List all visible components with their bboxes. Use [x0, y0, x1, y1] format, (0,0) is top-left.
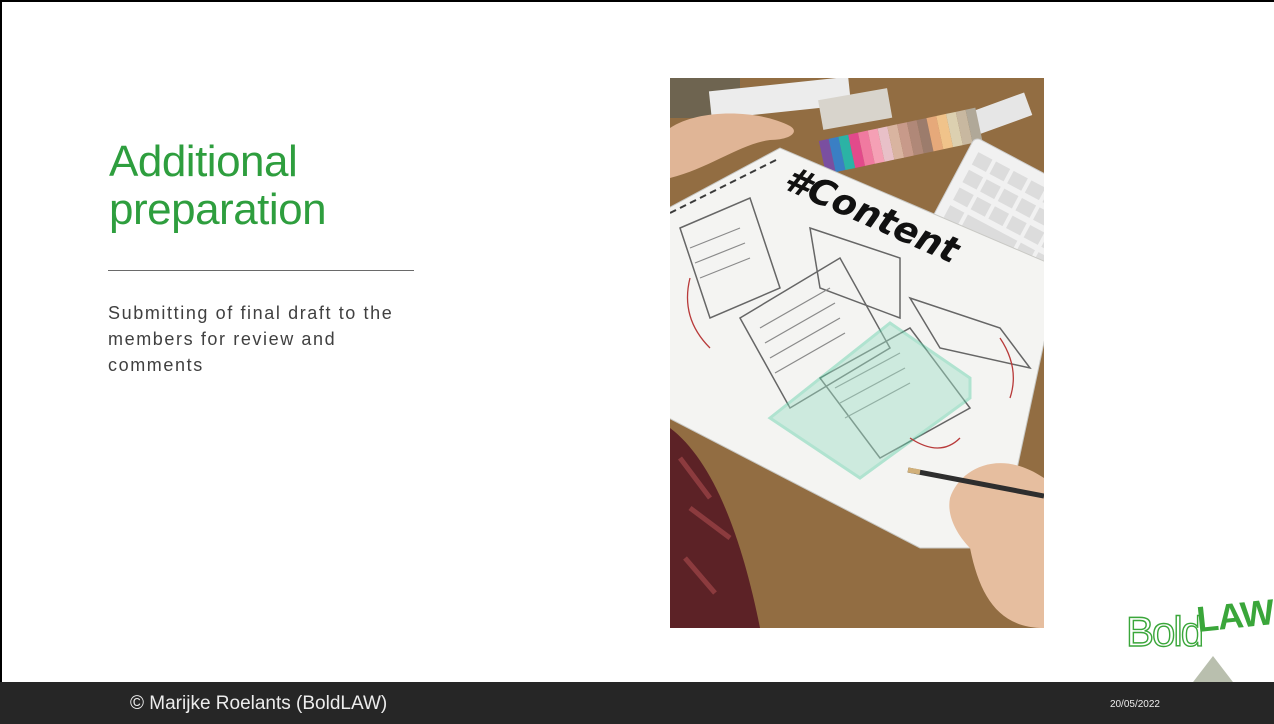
- slide: Additional preparation Submitting of fin…: [2, 2, 1274, 682]
- slide-title: Additional preparation: [109, 137, 327, 234]
- footer-bar: © Marijke Roelants (BoldLAW) 20/05/2022: [0, 682, 1274, 724]
- logo-bold-text: Bold: [1126, 608, 1202, 655]
- boldlaw-logo-mark: Bold LAW: [1125, 591, 1274, 682]
- logo-law-text: LAW: [1195, 591, 1274, 640]
- footer-copyright: © Marijke Roelants (BoldLAW): [130, 693, 388, 714]
- title-divider: [108, 270, 414, 271]
- footer-date: 20/05/2022: [1109, 699, 1160, 710]
- content-planning-photo: #Content: [670, 78, 1044, 628]
- photo-illustration: #Content: [670, 78, 1044, 628]
- slide-body-text: Submitting of final draft to the members…: [108, 303, 394, 375]
- boldlaw-logo: Bold LAW: [1120, 586, 1274, 682]
